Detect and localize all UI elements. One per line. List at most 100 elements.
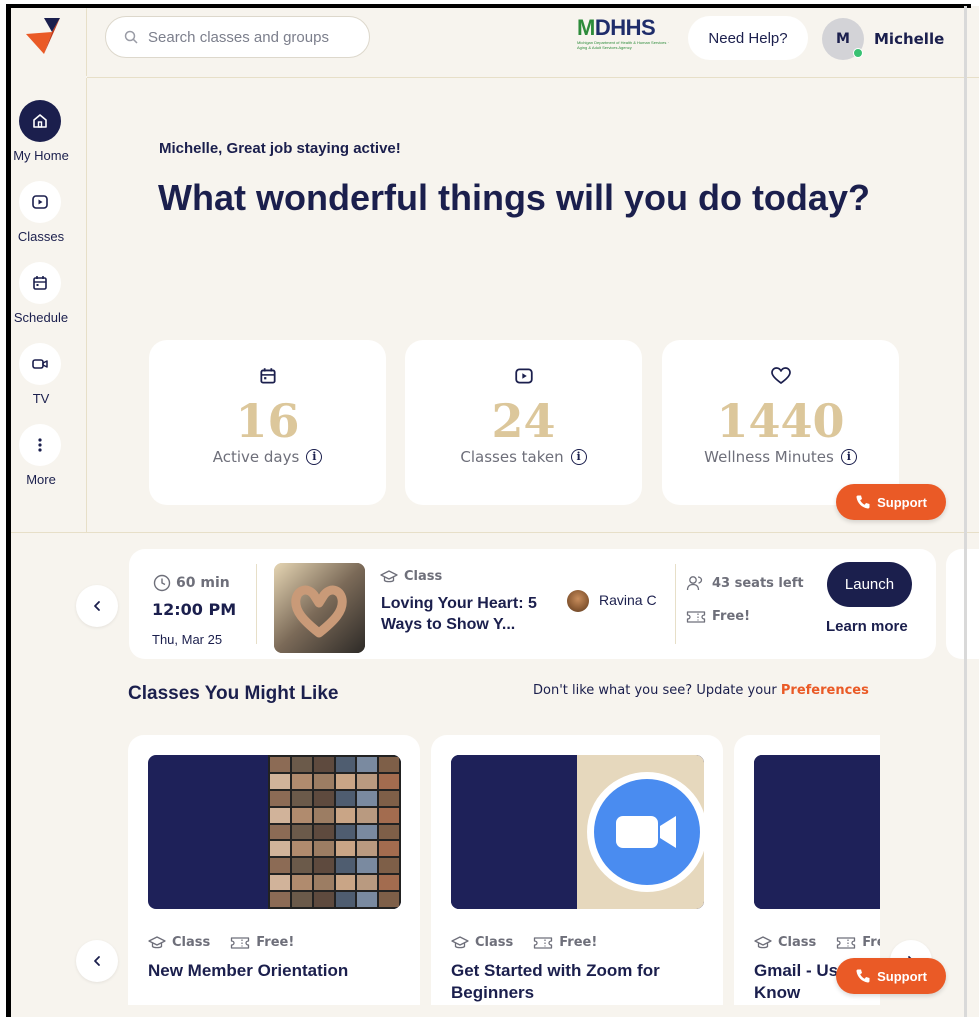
instructor-avatar — [567, 590, 589, 612]
participant-tile — [291, 841, 312, 857]
participant-tile — [313, 807, 334, 823]
recommended-prev-button[interactable] — [76, 940, 118, 982]
video-camera-icon — [19, 343, 61, 385]
class-price: Free! — [256, 935, 295, 950]
participant-tile — [291, 892, 312, 907]
info-icon[interactable]: i — [306, 449, 323, 465]
calendar-icon — [19, 262, 61, 304]
phone-icon — [856, 495, 870, 509]
preferences-text: Don't like what you see? Update your — [533, 683, 781, 698]
upcoming-prev-button[interactable] — [76, 585, 118, 627]
app-logo[interactable] — [22, 16, 62, 56]
app-window: Search classes and groups MDHHS Michigan… — [8, 6, 979, 1017]
class-card-image — [451, 755, 704, 909]
ticket-icon — [686, 610, 706, 623]
sidebar-item-tv[interactable]: TV — [8, 343, 87, 406]
sidebar-item-schedule[interactable]: Schedule — [8, 262, 87, 325]
participant-tile — [270, 841, 290, 857]
ticket-icon — [534, 936, 553, 949]
participant-tile — [313, 892, 334, 907]
instructor-name[interactable]: Ravina C — [599, 592, 657, 608]
participant-tile — [313, 858, 334, 874]
search-icon — [124, 30, 138, 44]
video-call-grid-image — [268, 755, 401, 909]
sidebar-item-classes[interactable]: Classes — [8, 181, 87, 244]
class-card-image — [754, 755, 880, 909]
participant-tile — [379, 858, 399, 874]
heart-icon — [662, 366, 899, 390]
class-card[interactable]: Class Free! New Member Orientation — [128, 735, 420, 1005]
participant-tile — [291, 757, 312, 772]
window-edge — [6, 6, 11, 1017]
info-icon[interactable]: i — [570, 449, 587, 465]
class-card-title[interactable]: Get Started with Zoom for Beginners — [451, 960, 711, 1004]
participant-tile — [270, 757, 290, 772]
participant-tile — [335, 892, 356, 907]
stat-card-active-days: 16 Active days i — [149, 340, 386, 505]
participant-tile — [313, 757, 334, 772]
participant-tile — [291, 875, 312, 891]
phone-icon — [856, 969, 870, 983]
participant-tile — [357, 824, 378, 840]
zoom-logo-icon — [594, 779, 700, 885]
participant-tile — [270, 892, 290, 907]
info-icon[interactable]: i — [840, 449, 857, 465]
participant-tile — [357, 841, 378, 857]
stat-value: 1440 — [716, 394, 845, 448]
class-thumbnail[interactable] — [274, 563, 365, 653]
support-button[interactable]: Support — [836, 958, 946, 994]
participant-tile — [379, 892, 399, 907]
participant-tile — [313, 875, 334, 891]
stat-value: 24 — [491, 394, 556, 448]
divider — [675, 564, 676, 644]
sidebar-item-home[interactable]: My Home — [8, 100, 87, 163]
top-bar: Search classes and groups MDHHS Michigan… — [87, 6, 979, 78]
support-button[interactable]: Support — [836, 484, 946, 520]
participant-tile — [335, 841, 356, 857]
sidebar-item-label: More — [26, 472, 56, 487]
class-title[interactable]: Loving Your Heart: 5 Ways to Show Y... — [381, 593, 551, 635]
support-label: Support — [877, 968, 927, 984]
user-name[interactable]: Michelle — [874, 30, 944, 48]
participant-tile — [313, 790, 334, 806]
graduation-cap-icon — [451, 935, 469, 948]
sidebar-item-label: My Home — [13, 148, 69, 163]
participant-tile — [335, 757, 356, 772]
participant-tile — [357, 875, 378, 891]
class-price: Free! — [559, 935, 598, 950]
more-vertical-icon — [19, 424, 61, 466]
search-input[interactable]: Search classes and groups — [105, 16, 370, 58]
stat-card-classes-taken: 24 Classes taken i — [405, 340, 642, 505]
class-card-title[interactable]: New Member Orientation — [148, 960, 408, 982]
partner-logo-subtitle: Michigan Department of Health & Human Se… — [577, 40, 669, 50]
participant-tile — [357, 858, 378, 874]
next-upcoming-card[interactable] — [946, 549, 979, 659]
participant-tile — [357, 892, 378, 907]
preferences-link[interactable]: Preferences — [781, 683, 869, 698]
launch-button[interactable]: Launch — [827, 562, 912, 607]
participant-tile — [357, 807, 378, 823]
class-card[interactable]: Class Free! Get Started with Zoom for Be… — [431, 735, 723, 1005]
participant-tile — [291, 807, 312, 823]
participant-tile — [335, 790, 356, 806]
participant-tile — [291, 858, 312, 874]
graduation-cap-icon — [380, 569, 398, 582]
scrollbar[interactable] — [964, 6, 967, 1017]
participant-tile — [313, 773, 334, 789]
class-type: Class — [172, 935, 211, 950]
graduation-cap-icon — [148, 935, 166, 948]
learn-more-link[interactable]: Learn more — [826, 618, 908, 635]
heart-hands-image — [274, 563, 365, 653]
seats-left: 43 seats left — [712, 575, 804, 591]
sidebar-item-more[interactable]: More — [8, 424, 87, 487]
need-help-button[interactable]: Need Help? — [688, 16, 808, 60]
class-date: Thu, Mar 25 — [152, 632, 223, 647]
stat-card-wellness-minutes: 1440 Wellness Minutes i — [662, 340, 899, 505]
participant-tile — [357, 773, 378, 789]
stat-label: Active days — [212, 448, 300, 466]
class-duration: 60 min — [176, 575, 230, 591]
preferences-hint: Don't like what you see? Update your Pre… — [533, 683, 869, 698]
participant-tile — [313, 841, 334, 857]
partner-logo-text: DHHS — [594, 15, 656, 40]
section-title: Classes You Might Like — [128, 683, 339, 704]
